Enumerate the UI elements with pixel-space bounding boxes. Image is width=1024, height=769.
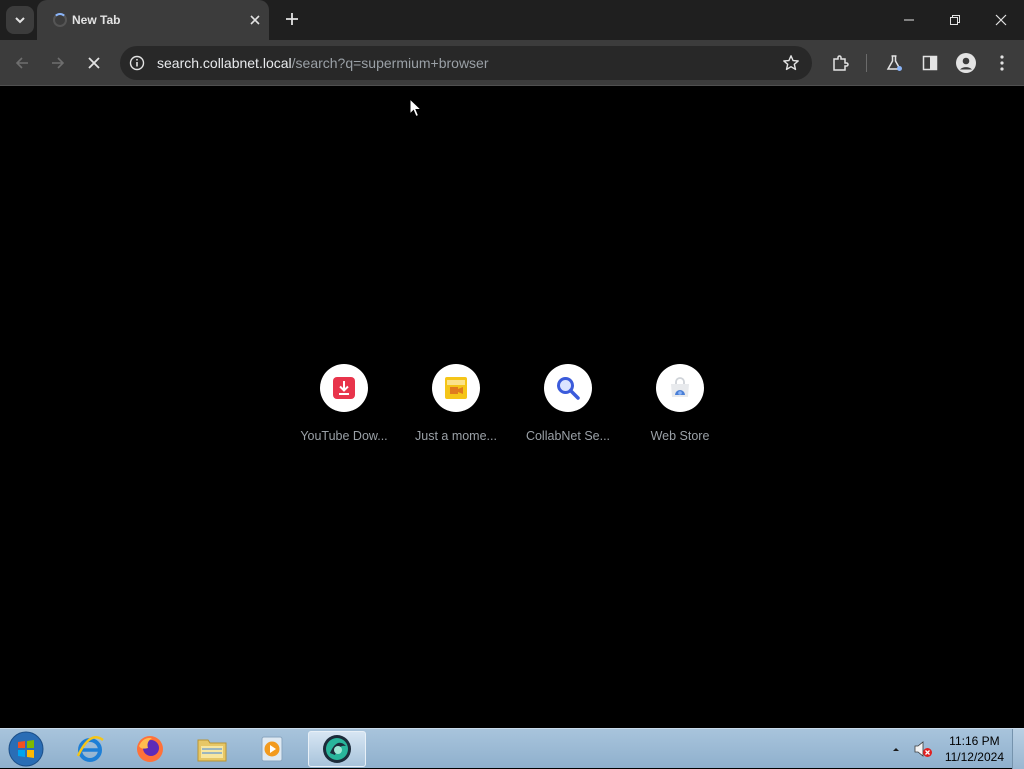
menu-button[interactable] [992, 53, 1012, 73]
stop-loading-button[interactable] [80, 49, 108, 77]
tab-close-button[interactable] [247, 12, 263, 28]
taskbar-media-player[interactable] [244, 731, 300, 767]
taskbar-firefox[interactable] [122, 731, 178, 767]
shortcut-youtube-downloader[interactable]: YouTube Dow... [294, 364, 394, 443]
system-clock[interactable]: 11:16 PM 11/12/2024 [945, 733, 1004, 765]
taskbar-file-explorer[interactable] [184, 731, 240, 767]
tab-title: New Tab [72, 13, 121, 27]
folder-image-icon [445, 377, 467, 399]
shortcut-label: Web Store [650, 429, 710, 443]
shortcut-icon-circle [656, 364, 704, 412]
avatar-icon [956, 53, 976, 73]
close-icon [250, 15, 260, 25]
shortcut-web-store[interactable]: Web Store [630, 364, 730, 443]
shortcut-just-a-moment[interactable]: Just a mome... [406, 364, 506, 443]
show-desktop-button[interactable] [1012, 729, 1024, 769]
shortcut-icon-circle [432, 364, 480, 412]
forward-button[interactable] [44, 49, 72, 77]
download-icon [333, 377, 355, 399]
url-text: search.collabnet.local/search?q=supermiu… [157, 55, 489, 71]
arrow-right-icon [52, 57, 65, 69]
plus-icon [286, 13, 298, 25]
web-store-icon [671, 377, 689, 397]
site-info-icon[interactable] [129, 55, 145, 71]
tab-search-button[interactable] [6, 6, 34, 34]
shortcut-icon-circle [544, 364, 592, 412]
labs-button[interactable] [884, 53, 904, 73]
url-path: /search?q=supermium+browser [291, 55, 489, 71]
browser-app-icon [323, 735, 351, 763]
back-button[interactable] [8, 49, 36, 77]
address-bar[interactable]: search.collabnet.local/search?q=supermiu… [120, 46, 812, 80]
tray-overflow-button[interactable] [891, 729, 901, 769]
shortcut-label: Just a mome... [415, 429, 497, 443]
windows-logo-icon [8, 731, 44, 767]
minimize-icon [904, 19, 914, 21]
chevron-down-icon [15, 17, 25, 24]
media-player-icon [261, 736, 283, 762]
clock-date: 11/12/2024 [944, 750, 1004, 764]
internet-explorer-icon [76, 736, 104, 762]
taskbar-internet-explorer[interactable] [62, 731, 118, 767]
flask-icon [886, 55, 902, 71]
shortcut-label: YouTube Dow... [300, 429, 388, 443]
shortcut-icon-circle [320, 364, 368, 412]
toolbar: search.collabnet.local/search?q=supermiu… [0, 40, 1024, 86]
side-panel-icon [922, 55, 938, 71]
start-button[interactable] [0, 731, 52, 767]
close-window-button[interactable] [978, 0, 1024, 40]
puzzle-icon [833, 55, 849, 71]
taskbar-supermium-browser[interactable] [308, 731, 366, 767]
folder-icon [197, 739, 227, 762]
close-icon [88, 57, 100, 69]
volume-tray-button[interactable] [913, 729, 933, 769]
url-host: search.collabnet.local [157, 55, 292, 71]
clock-time: 11:16 PM [949, 734, 1000, 748]
search-icon [557, 377, 580, 400]
firefox-icon [137, 736, 163, 762]
restore-button[interactable] [932, 0, 978, 40]
minimize-button[interactable] [886, 0, 932, 40]
mouse-cursor-icon [409, 98, 423, 118]
tab-new-tab[interactable]: New Tab [37, 0, 269, 40]
new-tab-button[interactable] [281, 9, 303, 31]
restore-icon [950, 15, 960, 25]
close-icon [995, 14, 1007, 26]
taskbar: 11:16 PM 11/12/2024 [0, 728, 1024, 769]
extensions-button[interactable] [830, 53, 850, 73]
profile-button[interactable] [956, 53, 976, 73]
tab-strip: New Tab [0, 0, 1024, 40]
arrow-left-icon [15, 57, 28, 69]
bookmark-star-icon[interactable] [782, 54, 800, 72]
shortcut-label: CollabNet Se... [525, 429, 611, 443]
shortcut-collabnet-search[interactable]: CollabNet Se... [518, 364, 618, 443]
loading-spinner-icon [53, 13, 67, 27]
toolbar-divider [866, 54, 867, 72]
side-panel-button[interactable] [920, 53, 940, 73]
more-vertical-icon [1000, 55, 1004, 71]
chevron-up-icon [893, 748, 899, 751]
speaker-muted-icon [914, 741, 932, 757]
